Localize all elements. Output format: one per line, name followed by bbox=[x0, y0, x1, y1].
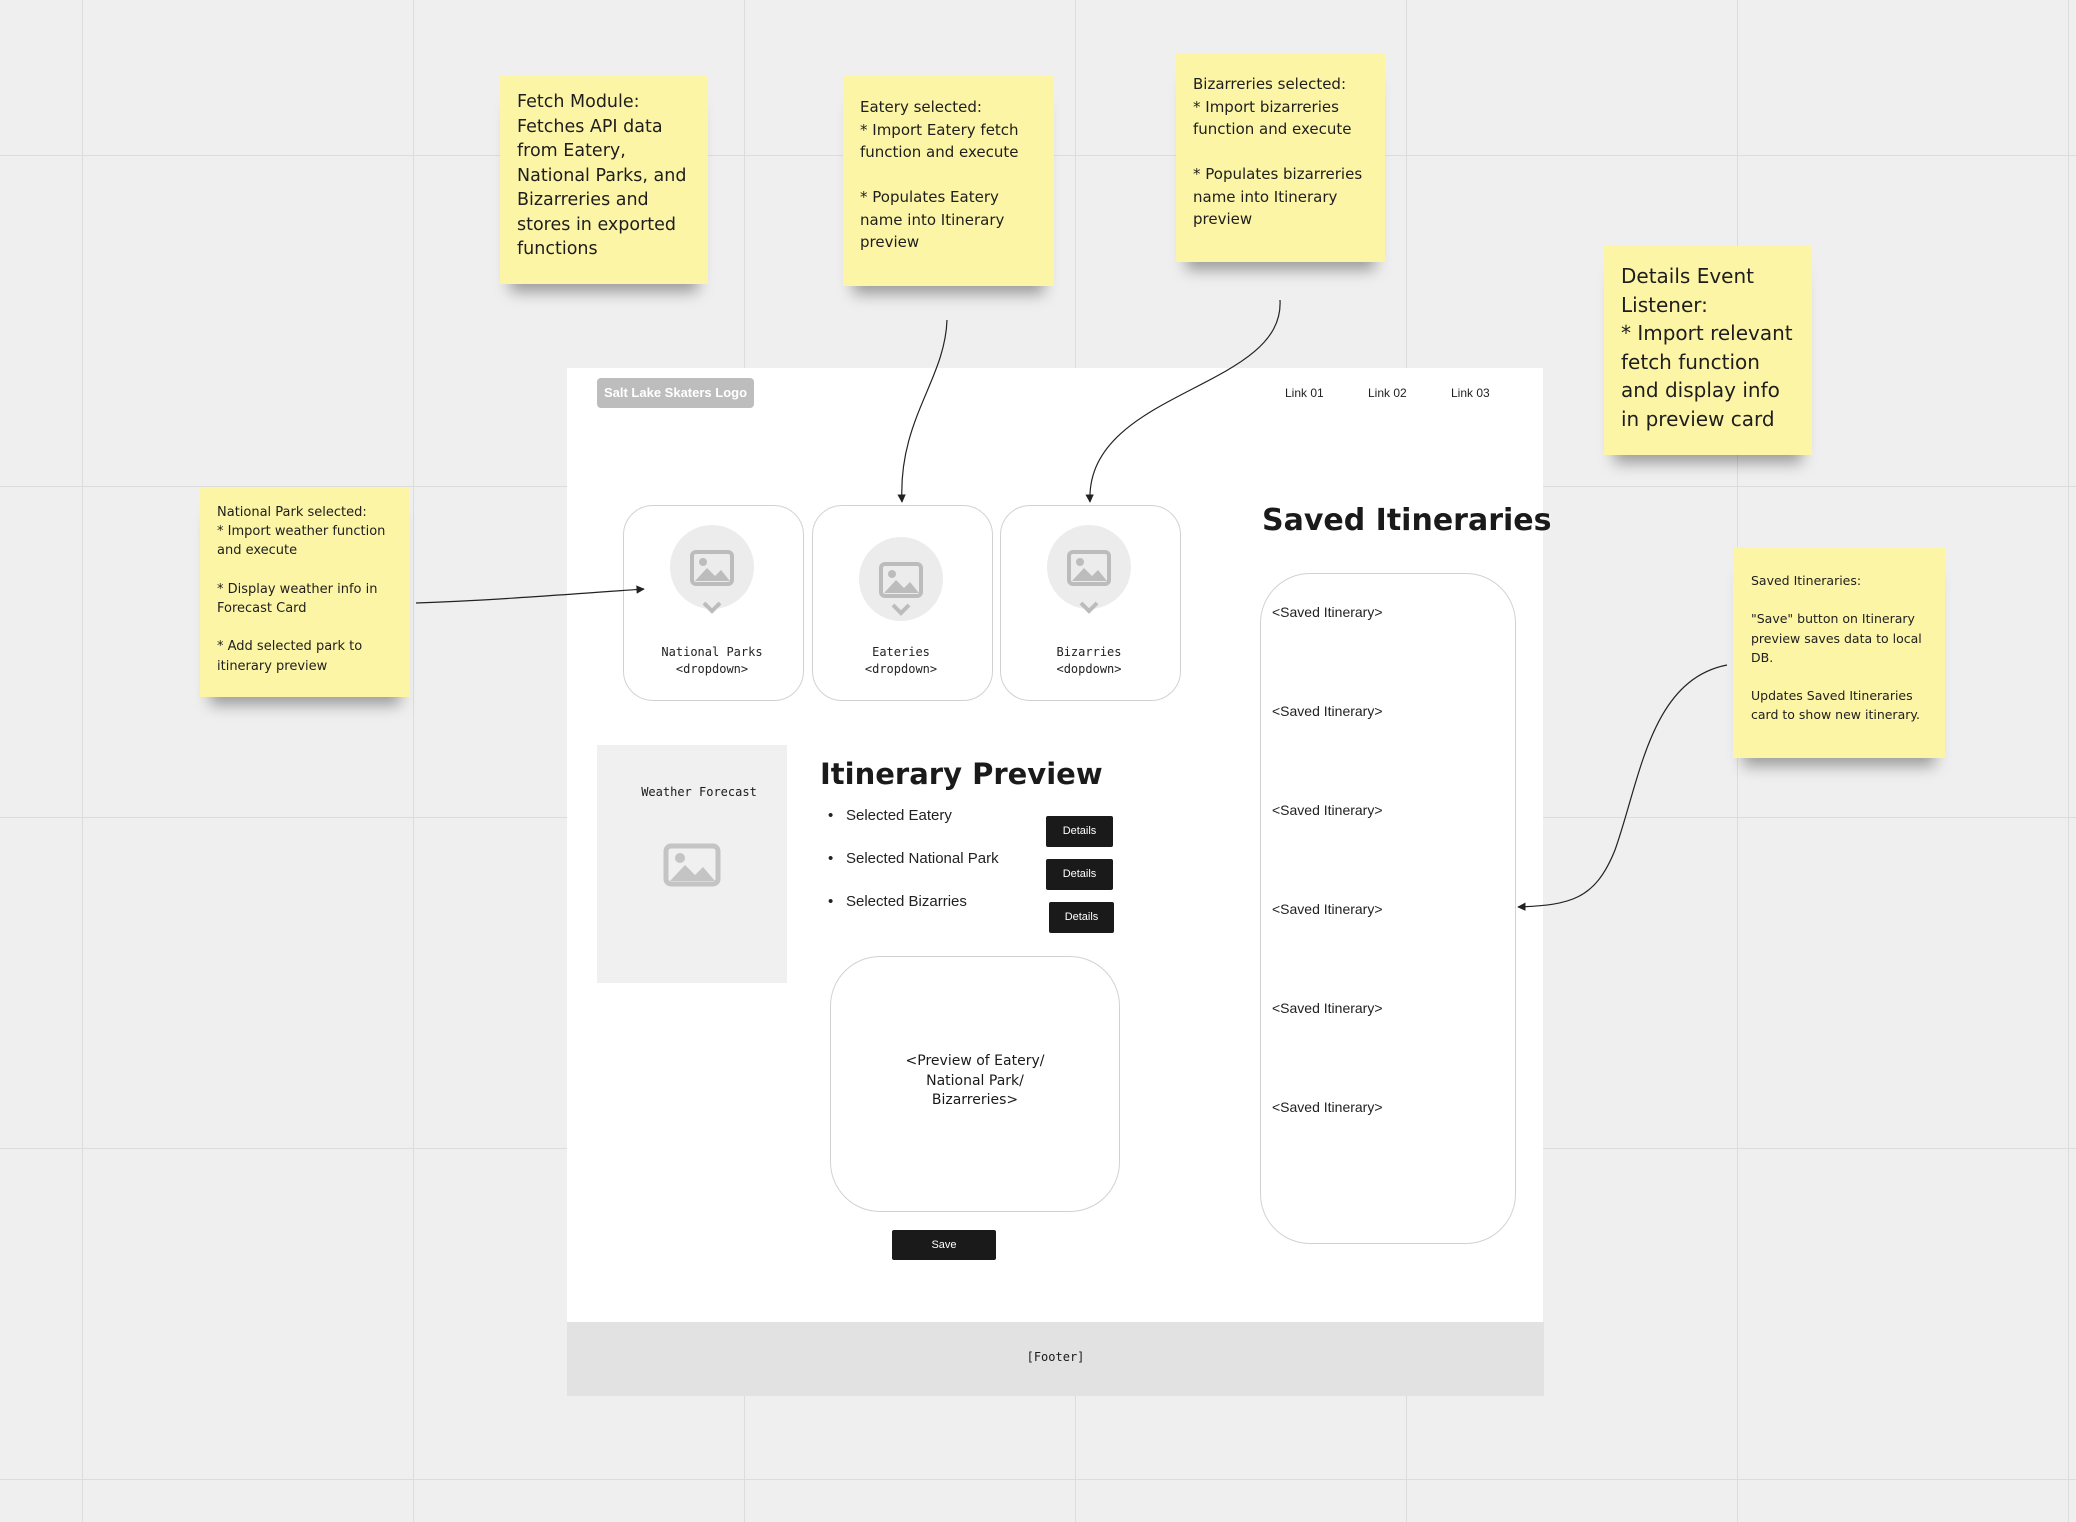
arrow-eatery bbox=[897, 319, 948, 503]
arrow-saved bbox=[1517, 664, 1728, 911]
connector-arrows bbox=[415, 299, 1728, 911]
arrow-national-park bbox=[415, 585, 645, 604]
arrow-bizarreries bbox=[1085, 299, 1281, 503]
